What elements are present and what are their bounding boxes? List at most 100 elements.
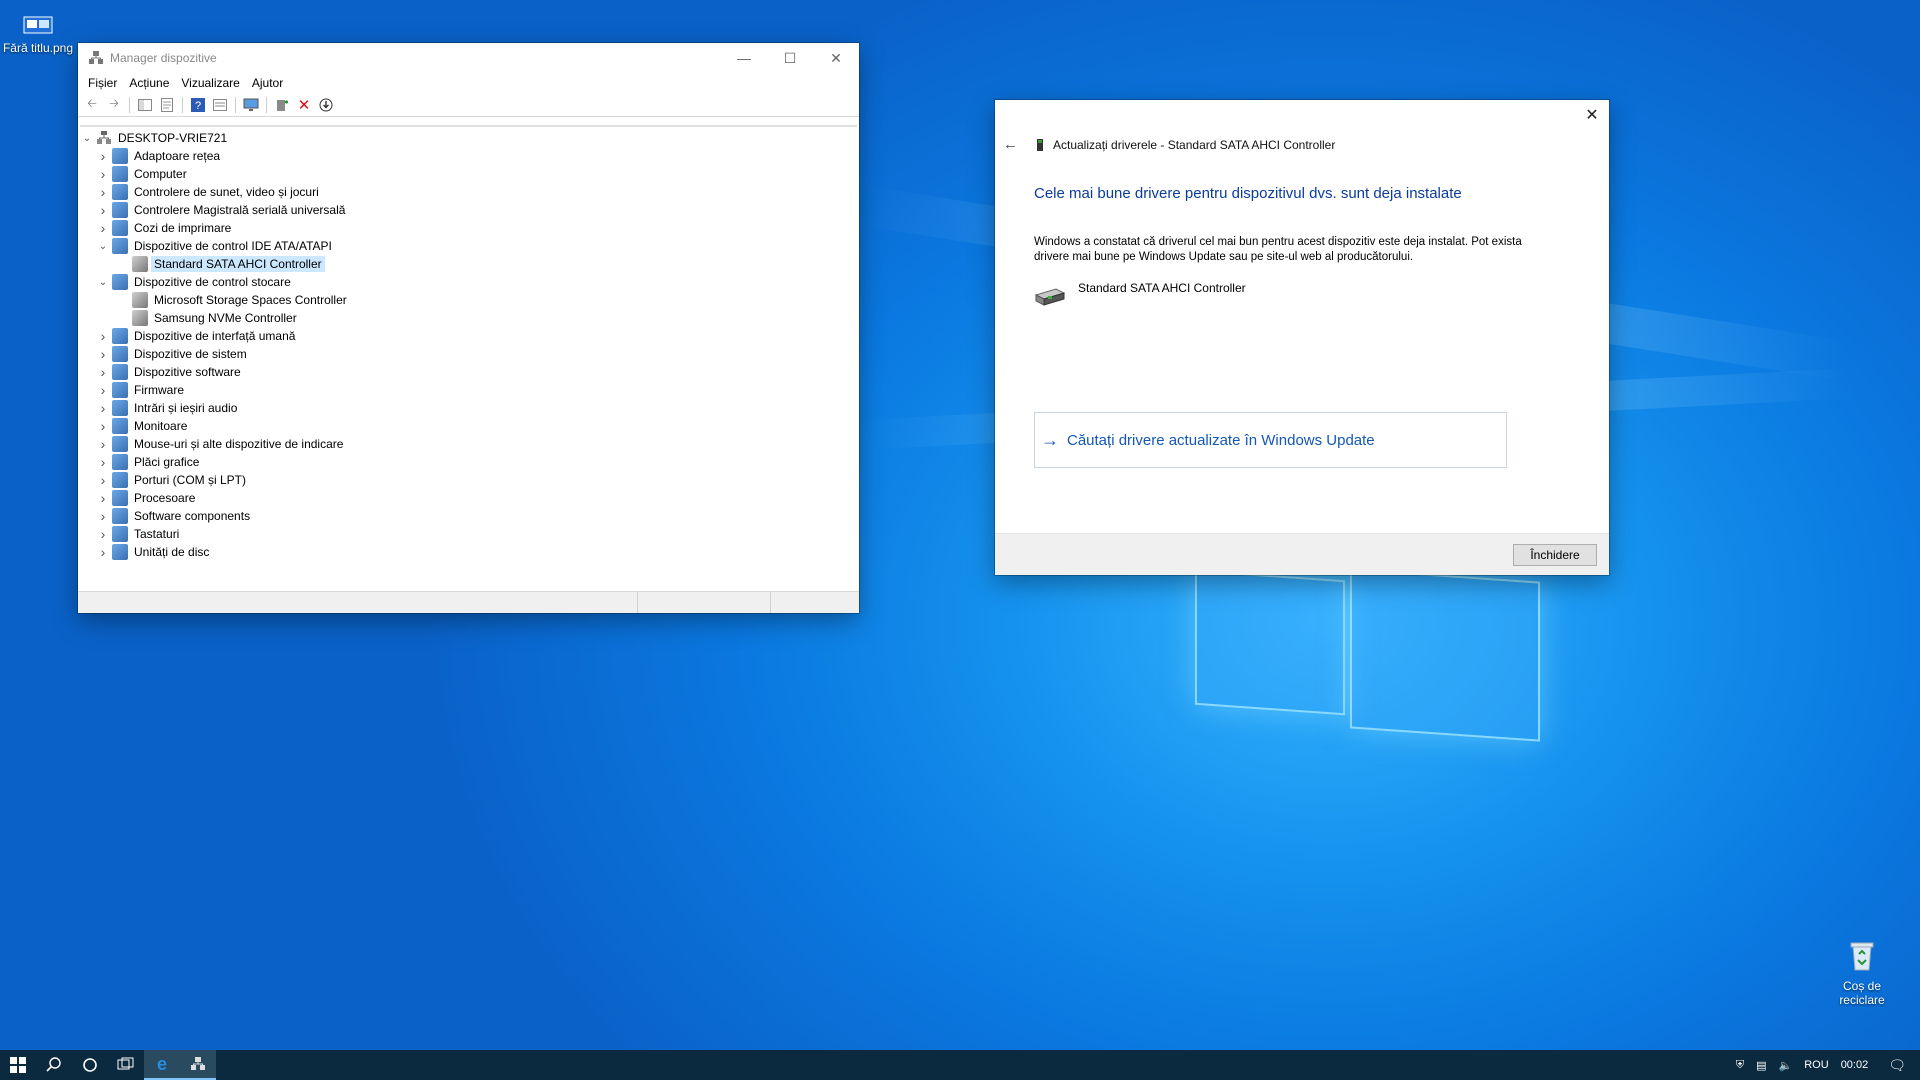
expand-chevron-icon[interactable]: › bbox=[96, 364, 110, 380]
menu-help[interactable]: Ajutor bbox=[246, 76, 289, 90]
expand-chevron-icon[interactable]: › bbox=[96, 382, 110, 398]
menu-file[interactable]: Fișier bbox=[82, 76, 123, 90]
controller-device-icon bbox=[132, 310, 148, 326]
maximize-button[interactable]: ☐ bbox=[767, 43, 813, 73]
update-driver-button[interactable] bbox=[272, 95, 292, 115]
expand-chevron-icon[interactable]: › bbox=[96, 544, 110, 560]
monitor-icon bbox=[243, 98, 259, 111]
device-category-icon bbox=[112, 148, 128, 164]
clock[interactable]: 00:02 bbox=[1835, 1059, 1875, 1071]
search-button[interactable] bbox=[36, 1050, 72, 1080]
scan-hardware-button[interactable] bbox=[241, 95, 261, 115]
volume-icon[interactable]: 🔈 bbox=[1773, 1059, 1799, 1072]
search-icon bbox=[46, 1057, 61, 1072]
edge-browser-icon: e bbox=[156, 1053, 167, 1074]
tree-node[interactable]: › Mouse-uri și alte dispozitive de indica… bbox=[80, 435, 857, 453]
system-tray: ⛨ ▤ 🔈 ROU 00:02 🗨 bbox=[1730, 1050, 1920, 1080]
toolbar: 🡠 🡢 ? ✕ bbox=[78, 93, 859, 117]
tree-child-node[interactable]: Samsung NVMe Controller bbox=[80, 309, 857, 327]
expand-chevron-icon[interactable]: › bbox=[96, 184, 110, 200]
tree-node[interactable]: › Monitoare bbox=[80, 417, 857, 435]
tree-node[interactable]: › Cozi de imprimare bbox=[80, 219, 857, 237]
task-view-button[interactable] bbox=[108, 1050, 144, 1080]
back-button[interactable]: 🡠 bbox=[82, 95, 102, 115]
tree-node[interactable]: › Procesoare bbox=[80, 489, 857, 507]
tree-node[interactable]: ⌄ Dispozitive de control IDE ATA/ATAPI bbox=[80, 237, 857, 255]
tree-child-node[interactable]: Microsoft Storage Spaces Controller bbox=[80, 291, 857, 309]
start-button[interactable] bbox=[0, 1050, 36, 1080]
expand-chevron-icon[interactable]: › bbox=[96, 436, 110, 452]
network-icon[interactable]: ▤ bbox=[1750, 1059, 1772, 1072]
expand-chevron-icon[interactable]: › bbox=[96, 490, 110, 506]
taskbar: e ⛨ ▤ 🔈 ROU 00:02 🗨 bbox=[0, 1050, 1920, 1080]
tree-node[interactable]: › Dispozitive de interfață umană bbox=[80, 327, 857, 345]
back-arrow-icon[interactable]: ← bbox=[1003, 136, 1027, 153]
device-category-icon bbox=[112, 508, 128, 524]
minimize-button[interactable]: — bbox=[721, 43, 767, 73]
tree-node[interactable]: › Controlere Magistrală serială universal… bbox=[80, 201, 857, 219]
collapse-chevron-icon[interactable]: ⌄ bbox=[96, 239, 110, 253]
tree-node[interactable]: › Intrări și ieșiri audio bbox=[80, 399, 857, 417]
tree-node[interactable]: › Plăci grafice bbox=[80, 453, 857, 471]
desktop-icon-recycle-bin[interactable]: Coș de reciclare bbox=[1822, 940, 1902, 1007]
tree-node[interactable]: › Unități de disc bbox=[80, 543, 857, 561]
window-title: Manager dispozitive bbox=[110, 51, 217, 65]
taskbar-edge-button[interactable]: e bbox=[144, 1050, 180, 1080]
security-shield-icon[interactable]: ⛨ bbox=[1730, 1059, 1750, 1072]
expand-chevron-icon[interactable]: › bbox=[96, 508, 110, 524]
expand-chevron-icon[interactable]: › bbox=[96, 346, 110, 362]
expand-chevron-icon[interactable]: › bbox=[96, 418, 110, 434]
enable-device-button[interactable] bbox=[316, 95, 336, 115]
tree-node[interactable]: › Tastaturi bbox=[80, 525, 857, 543]
close-button[interactable]: ✕ bbox=[813, 43, 859, 73]
tree-node[interactable]: › Dispozitive software bbox=[80, 363, 857, 381]
dialog-message: Windows a constatat că driverul cel mai … bbox=[1034, 236, 1522, 263]
tree-node[interactable]: ⌄ Dispozitive de control stocare bbox=[80, 273, 857, 291]
notifications-icon[interactable]: 🗨 bbox=[1874, 1057, 1920, 1074]
desktop-icon-image-file[interactable]: Fără titlu.png bbox=[0, 16, 78, 55]
cortana-button[interactable] bbox=[72, 1050, 108, 1080]
collapse-chevron-icon[interactable]: ⌄ bbox=[80, 131, 94, 145]
tree-node[interactable]: › Firmware bbox=[80, 381, 857, 399]
expand-chevron-icon[interactable]: › bbox=[96, 328, 110, 344]
expand-chevron-icon[interactable]: › bbox=[96, 202, 110, 218]
title-bar[interactable]: Manager dispozitive — ☐ ✕ bbox=[78, 43, 859, 73]
help-button[interactable]: ? bbox=[188, 95, 208, 115]
close-dialog-button[interactable]: Închidere bbox=[1513, 544, 1597, 566]
tree-node[interactable]: › Porturi (COM și LPT) bbox=[80, 471, 857, 489]
menu-action[interactable]: Acțiune bbox=[123, 76, 175, 90]
expand-chevron-icon[interactable]: › bbox=[96, 400, 110, 416]
controller-device-icon bbox=[132, 256, 148, 272]
tree-node[interactable]: › Controlere de sunet, video și jocuri bbox=[80, 183, 857, 201]
forward-button[interactable]: 🡢 bbox=[104, 95, 124, 115]
taskbar-device-manager-button[interactable] bbox=[180, 1050, 216, 1080]
windows-logo-icon bbox=[10, 1057, 26, 1073]
search-windows-update-link[interactable]: → Căutați drivere actualizate în Windows… bbox=[1034, 412, 1507, 468]
collapse-chevron-icon[interactable]: ⌄ bbox=[96, 275, 110, 289]
tree-node[interactable]: › Dispozitive de sistem bbox=[80, 345, 857, 363]
expand-chevron-icon[interactable]: › bbox=[96, 454, 110, 470]
expand-chevron-icon[interactable]: › bbox=[96, 166, 110, 182]
tree-node-label: Tastaturi bbox=[134, 527, 180, 541]
show-hide-tree-button[interactable] bbox=[135, 95, 155, 115]
tree-node[interactable]: › Computer bbox=[80, 165, 857, 183]
properties-button[interactable] bbox=[157, 95, 177, 115]
menu-view[interactable]: Vizualizare bbox=[175, 76, 245, 90]
minimize-icon: — bbox=[737, 50, 751, 66]
tree-node[interactable]: › Software components bbox=[80, 507, 857, 525]
tree-child-node[interactable]: Standard SATA AHCI Controller bbox=[80, 255, 857, 273]
tree-node[interactable]: › Adaptoare rețea bbox=[80, 147, 857, 165]
uninstall-button[interactable]: ✕ bbox=[294, 95, 314, 115]
dialog-close-button[interactable]: ✕ bbox=[1575, 100, 1609, 130]
expand-chevron-icon[interactable]: › bbox=[96, 220, 110, 236]
language-indicator[interactable]: ROU bbox=[1798, 1059, 1834, 1071]
dialog-footer: Închidere bbox=[995, 533, 1609, 575]
view-button[interactable] bbox=[210, 95, 230, 115]
svg-text:?: ? bbox=[195, 100, 201, 112]
status-bar bbox=[78, 591, 859, 613]
tree-root-label: DESKTOP-VRIE721 bbox=[118, 131, 228, 145]
tree-root[interactable]: ⌄ DESKTOP-VRIE721 bbox=[80, 129, 857, 147]
expand-chevron-icon[interactable]: › bbox=[96, 526, 110, 542]
expand-chevron-icon[interactable]: › bbox=[96, 148, 110, 164]
expand-chevron-icon[interactable]: › bbox=[96, 472, 110, 488]
